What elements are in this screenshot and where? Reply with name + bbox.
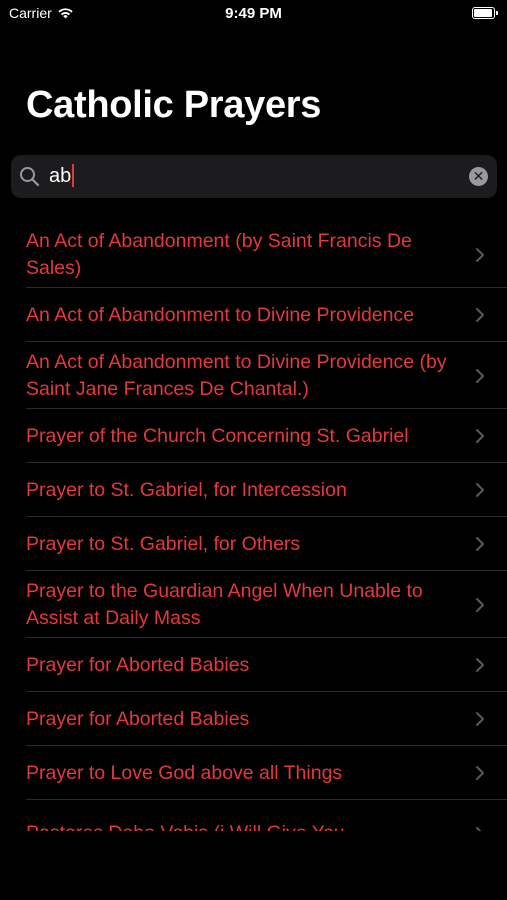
chevron-right-icon [475,368,485,384]
list-item-title: Prayer of the Church Concerning St. Gabr… [26,424,409,447]
status-bar: Carrier 9:49 PM [0,0,507,30]
chevron-right-icon [475,657,485,673]
list-item[interactable]: Prayer to Love God above all Things [0,746,507,800]
page-title: Catholic Prayers [26,84,322,126]
list-item-title: Pastores Dabo Vobis (i Will Give You [26,820,345,831]
chevron-right-icon [475,826,485,831]
list-item[interactable]: Prayer for Aborted Babies [0,692,507,746]
list-item-title: Prayer to the Guardian Angel When Unable… [26,579,423,629]
list-item-title: Prayer to St. Gabriel, for Intercession [26,478,347,501]
list-item-title: Prayer to St. Gabriel, for Others [26,532,301,555]
search-bar[interactable]: ab ✕ [11,155,497,198]
list-item[interactable]: Prayer to the Guardian Angel When Unable… [0,571,507,638]
list-item-title: Prayer for Aborted Babies [26,707,250,730]
chevron-right-icon [475,307,485,323]
list-item[interactable]: Prayer to St. Gabriel, for Intercession [0,463,507,517]
list-item-title: Prayer for Aborted Babies [26,653,250,676]
chevron-right-icon [475,247,485,263]
chevron-right-icon [475,765,485,781]
list-item-title: Prayer to Love God above all Things [26,761,343,784]
list-item[interactable]: Prayer to St. Gabriel, for Others [0,517,507,571]
chevron-right-icon [475,428,485,444]
list-item[interactable]: Prayer of the Church Concerning St. Gabr… [0,409,507,463]
clear-icon[interactable]: ✕ [469,167,488,186]
list-item[interactable]: An Act of Abandonment to Divine Providen… [0,288,507,342]
search-input-value: ab [49,165,72,187]
list-item[interactable]: An Act of Abandonment (by Saint Francis … [0,221,507,288]
chevron-right-icon [475,597,485,613]
list-item-title: An Act of Abandonment to Divine Providen… [26,350,447,400]
search-input[interactable]: ab [49,155,75,198]
list-item[interactable]: Prayer for Aborted Babies [0,638,507,692]
list-item-title: An Act of Abandonment to Divine Providen… [26,303,415,326]
list-item[interactable]: Pastores Dabo Vobis (i Will Give You [0,800,507,831]
status-time: 9:49 PM [225,5,282,22]
chevron-right-icon [475,536,485,552]
list-item[interactable]: An Act of Abandonment to Divine Providen… [0,342,507,409]
chevron-right-icon [475,482,485,498]
result-list[interactable]: An Act of Abandonment (by Saint Francis … [0,221,507,831]
text-caret [72,163,75,187]
search-icon [19,166,40,187]
list-item-title: An Act of Abandonment (by Saint Francis … [26,229,412,279]
battery-icon [472,7,498,19]
chevron-right-icon [475,711,485,727]
